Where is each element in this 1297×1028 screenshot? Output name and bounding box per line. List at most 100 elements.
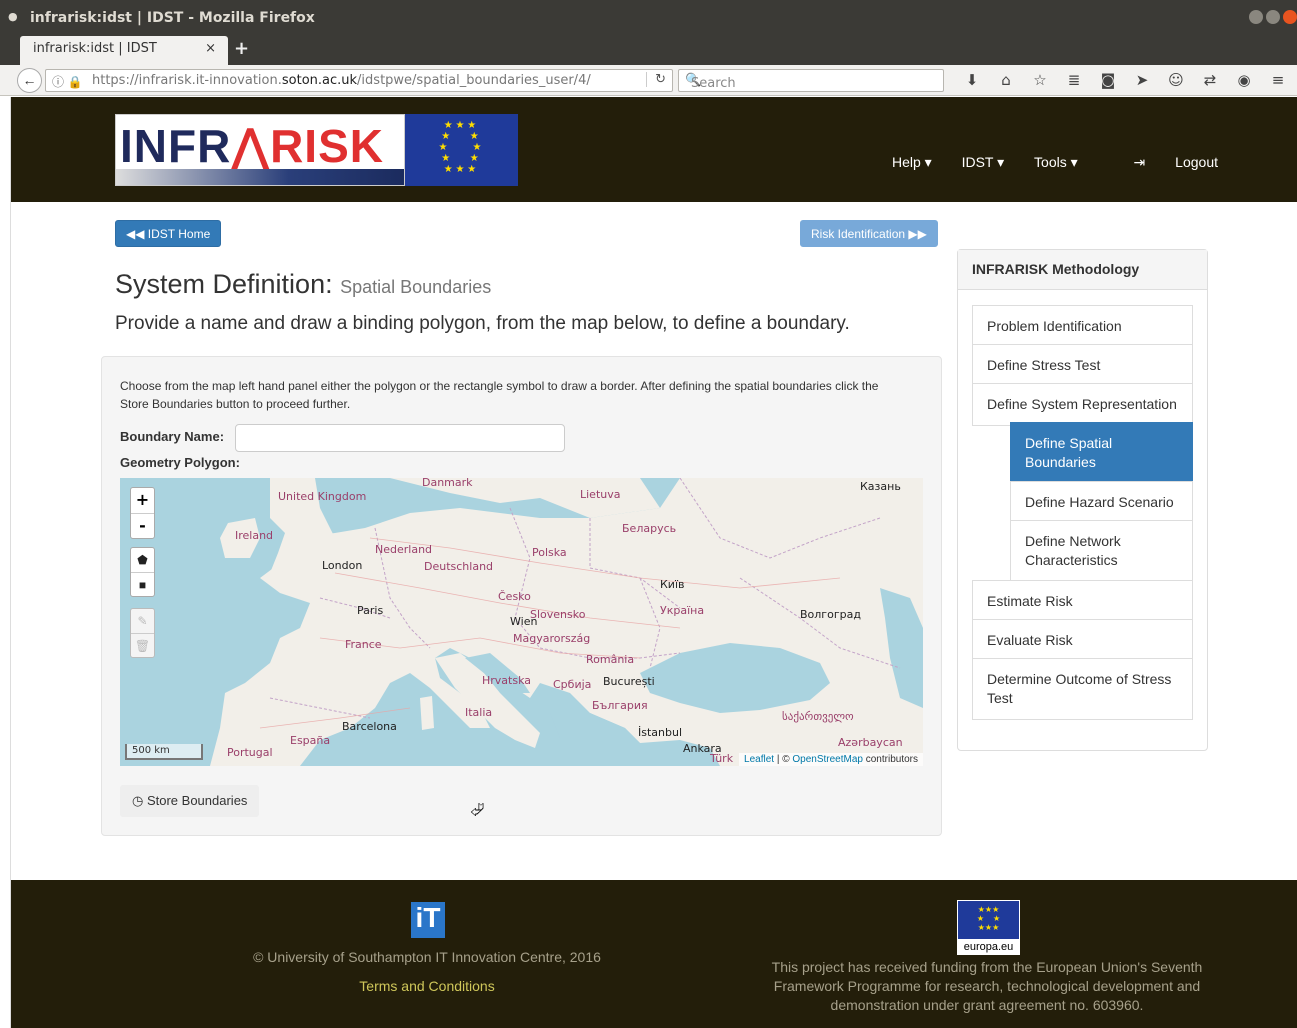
- window-dot-icon: ●: [8, 10, 18, 23]
- map-label: Україна: [660, 604, 705, 617]
- map-label: Deutschland: [424, 560, 494, 573]
- nav-tools[interactable]: Tools ▾: [1034, 154, 1078, 170]
- new-tab-button[interactable]: +: [234, 38, 249, 59]
- map-label: Česko: [498, 590, 531, 603]
- idst-home-button[interactable]: ◀◀ IDST Home: [115, 220, 222, 247]
- mouse-cursor-icon: ⮰: [470, 800, 485, 820]
- bookmark-star-icon[interactable]: ☆: [1023, 71, 1057, 89]
- url-bar[interactable]: ⓘ 🔒 https://infrarisk.it-innovation.soto…: [45, 69, 673, 92]
- zoom-in-button[interactable]: +: [131, 488, 154, 513]
- panel-heading: INFRARISK Methodology: [958, 250, 1207, 290]
- window-titlebar: ● infrarisk:idst | IDST - Mozilla Firefo…: [0, 0, 1297, 36]
- back-button[interactable]: ←: [17, 68, 42, 93]
- minimize-button[interactable]: [1249, 10, 1263, 24]
- map-label: España: [290, 734, 331, 747]
- maximize-button[interactable]: [1266, 10, 1280, 24]
- page: INFR⋀RISK ★ ★ ★ ★ ★ ★ ★ ★ ★ ★ ★ ★ Help ▾ IDS…: [10, 97, 1297, 1028]
- risk-identification-button[interactable]: Risk Identification ▶▶: [800, 220, 938, 247]
- menu-icon[interactable]: ≡: [1261, 71, 1295, 89]
- site-footer: iT © University of Southampton IT Innova…: [11, 880, 1297, 1028]
- infrarisk-logo[interactable]: INFR⋀RISK: [115, 114, 405, 186]
- navigation-toolbar: ← ⓘ 🔒 https://infrarisk.it-innovation.so…: [0, 65, 1297, 96]
- map-label: Azərbaycan: [838, 736, 903, 749]
- sidebar-item-evaluate-risk[interactable]: Evaluate Risk: [972, 619, 1193, 662]
- draw-polygon-icon[interactable]: ⬟: [131, 548, 154, 572]
- geometry-polygon-label: Geometry Polygon:: [120, 455, 240, 470]
- leaflet-link[interactable]: Leaflet: [744, 754, 774, 765]
- boundary-name-input[interactable]: [235, 424, 565, 452]
- boundary-name-label: Boundary Name:: [120, 429, 225, 444]
- clock-icon: ◷: [132, 793, 144, 808]
- window-title: infrarisk:idst | IDST - Mozilla Firefox: [30, 10, 315, 26]
- map-label: Hrvatska: [482, 674, 532, 687]
- map-label: Türk: [710, 752, 734, 765]
- map-label: United Kingdom: [278, 490, 367, 503]
- edit-toolbar: ✎ 🗑: [130, 608, 155, 658]
- map-label: საქართველო: [782, 710, 854, 723]
- delete-layers-icon[interactable]: 🗑: [131, 633, 154, 657]
- sidebar-item-define-spatial-boundaries[interactable]: Define Spatial Boundaries: [1010, 422, 1193, 484]
- eu-funding-text: This project has received funding from t…: [771, 959, 1203, 1013]
- terms-link[interactable]: Terms and Conditions: [237, 978, 617, 994]
- map-label: Slovensko: [530, 608, 586, 621]
- openstreetmap-link[interactable]: OpenStreetMap: [792, 754, 863, 765]
- reload-icon[interactable]: ↻: [646, 72, 666, 87]
- methodology-panel: INFRARISK Methodology Problem Identifica…: [957, 249, 1208, 751]
- send-icon[interactable]: ➤: [1125, 71, 1159, 89]
- sidebar-item-estimate-risk[interactable]: Estimate Risk: [972, 580, 1193, 623]
- draw-rectangle-icon[interactable]: ■: [131, 572, 154, 596]
- sidebar-item-define-stress-test[interactable]: Define Stress Test: [972, 344, 1193, 387]
- map-label: Wien: [510, 615, 538, 628]
- map-label: Polska: [532, 546, 567, 559]
- sidebar-item-define-network-characteristics[interactable]: Define Network Characteristics: [1010, 520, 1193, 582]
- map-label: Barcelona: [342, 720, 397, 733]
- nav-help[interactable]: Help ▾: [892, 154, 932, 170]
- edit-layers-icon[interactable]: ✎: [131, 609, 154, 633]
- translate-icon[interactable]: ⇄: [1193, 71, 1227, 89]
- site-info-icon[interactable]: ⓘ 🔒: [52, 73, 83, 90]
- sidebar-item-define-hazard-scenario[interactable]: Define Hazard Scenario: [1010, 481, 1193, 524]
- browser-tab[interactable]: infrarisk:idst | IDST ×: [20, 36, 228, 65]
- map-label: Portugal: [227, 746, 273, 759]
- pocket-icon[interactable]: ◙: [1091, 71, 1125, 89]
- tab-bar: infrarisk:idst | IDST × +: [0, 36, 1297, 65]
- tab-close-icon[interactable]: ×: [205, 41, 216, 56]
- page-title: System Definition: Spatial Boundaries: [115, 269, 492, 299]
- it-innovation-logo: iT: [411, 902, 445, 938]
- map-label: Paris: [357, 604, 384, 617]
- account-icon[interactable]: ◉: [1227, 71, 1261, 89]
- map-label: Magyarország: [513, 632, 591, 645]
- map-label: Italia: [465, 706, 493, 719]
- map-label: Nederland: [375, 543, 433, 556]
- map-label: България: [592, 699, 648, 712]
- search-input[interactable]: 🔍 Search: [678, 69, 944, 92]
- nav-logout[interactable]: ⇥ Logout: [1108, 154, 1218, 170]
- sidebar-item-problem-identification[interactable]: Problem Identification: [972, 305, 1193, 348]
- map-label: Волгоград: [800, 608, 861, 621]
- eu-flag-icon: ★★★ ★ ★ ★★★: [957, 900, 1020, 940]
- draw-toolbar: ⬟ ■: [130, 547, 155, 597]
- map[interactable]: Danmark United Kingdom Ireland London Ne…: [120, 478, 923, 766]
- zoom-control: + -: [130, 487, 155, 539]
- eu-flag-logo: ★ ★ ★ ★ ★ ★ ★ ★ ★ ★ ★ ★: [405, 114, 518, 186]
- map-label: İstanbul: [638, 726, 683, 739]
- europa-link[interactable]: europa.eu: [957, 940, 1020, 955]
- sidebar-item-determine-outcome[interactable]: Determine Outcome of Stress Test: [972, 658, 1193, 720]
- close-window-button[interactable]: [1283, 10, 1297, 24]
- home-icon[interactable]: ⌂: [989, 71, 1023, 89]
- reading-list-icon[interactable]: ≣: [1057, 71, 1091, 89]
- zoom-out-button[interactable]: -: [131, 513, 154, 538]
- chat-icon[interactable]: ☺: [1159, 71, 1193, 89]
- store-boundaries-button[interactable]: ◷ Store Boundaries: [120, 785, 260, 817]
- map-label: Lietuva: [580, 488, 621, 501]
- download-icon[interactable]: ⬇: [955, 71, 989, 89]
- map-attribution: Leaflet | © OpenStreetMap contributors: [739, 753, 923, 766]
- url-text: https://infrarisk.it-innovation.soton.ac…: [92, 73, 591, 88]
- nav-idst[interactable]: IDST ▾: [962, 154, 1005, 170]
- map-label: Ireland: [235, 529, 274, 542]
- copyright-text: © University of Southampton IT Innovatio…: [253, 949, 601, 965]
- map-label: România: [586, 653, 635, 666]
- toolbar-icons: ⬇ ⌂ ☆ ≣ ◙ ➤ ☺ ⇄ ◉ ≡: [955, 71, 1295, 89]
- window-controls[interactable]: [1246, 10, 1297, 28]
- sidebar-item-define-system-representation[interactable]: Define System Representation: [972, 383, 1193, 426]
